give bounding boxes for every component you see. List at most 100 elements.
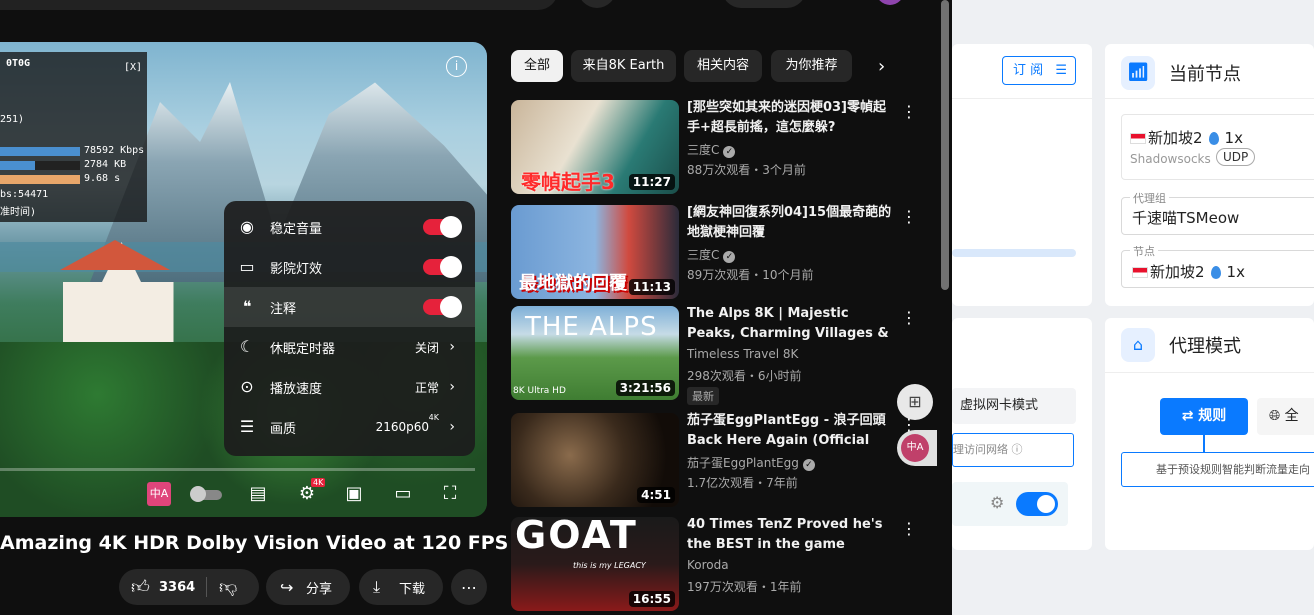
list-item[interactable]: THE ALPS 8K Ultra HD 3:21:56 The Alps 8K… (511, 304, 931, 405)
video-thumbnail[interactable]: THE ALPS 8K Ultra HD 3:21:56 (511, 306, 679, 400)
verified-icon: ✓ (723, 251, 736, 263)
fullscreen-icon[interactable]: ⛶ (438, 482, 462, 506)
list-item[interactable]: 零幀起手3 11:27 [那些突如其来的迷因梗03]零幀起手+超長前搖，這怎麼躲… (511, 100, 931, 196)
channel-name[interactable]: Timeless Travel 8K (687, 347, 798, 361)
like-icon[interactable]: 👍︎ (131, 576, 150, 598)
channel-name[interactable]: 三度C ✓ (687, 141, 736, 158)
chevron-right-icon[interactable]: › (878, 56, 885, 77)
avatar[interactable] (876, 0, 904, 5)
share-button[interactable]: ↪ 分享 (266, 569, 350, 605)
more-vert-icon[interactable]: ⋮ (901, 519, 917, 538)
video-title[interactable]: The Alps 8K | Majestic Peaks, Charming V… (687, 304, 897, 344)
network-activity: 2784 KB (84, 159, 127, 170)
progress-bar[interactable] (0, 468, 475, 471)
list-item[interactable]: 4:51 茄子蛋EggPlantEgg - 浪子回頭 Back Here Aga… (511, 413, 931, 509)
sidebar-apps-icon[interactable]: ⊞ (897, 384, 933, 420)
stats-line-bs: bs:54471 (0, 189, 49, 200)
miniplayer-icon[interactable]: ▣ (342, 482, 366, 506)
rule-mode-button[interactable]: ⇄ 规则 (1160, 398, 1248, 435)
video-title: Amazing 4K HDR Dolby Vision Video at 120… (0, 532, 509, 554)
annotations-toggle[interactable] (423, 296, 462, 318)
more-vert-icon[interactable]: ⋮ (901, 207, 917, 226)
connection-speed-bar (0, 147, 80, 156)
chip-all[interactable]: 全部 (511, 50, 563, 82)
menu-item-playback-speed[interactable]: ⊙ 播放速度 正常 › (224, 367, 475, 407)
video-meta: 88万次观看・3个月前 (687, 163, 806, 177)
translate-subtitle-icon[interactable]: 中A (147, 482, 171, 506)
menu-item-sleep-timer[interactable]: ☾ 休眠定时器 关闭 › (224, 327, 475, 367)
singapore-flag-icon (1130, 133, 1146, 144)
proxy-mode-title: 代理模式 (1169, 336, 1241, 357)
tun-mode-label[interactable]: 虚拟网卡模式 (952, 388, 1076, 424)
video-thumbnail[interactable]: 4:51 (511, 413, 679, 507)
chip-recommended[interactable]: 为你推荐 (771, 50, 852, 82)
menu-item-stable-volume[interactable]: ◉ 稳定音量 (224, 207, 475, 247)
more-actions-button[interactable]: ⋯ (451, 569, 487, 605)
current-node-card: 📶︎ 当前节点 新加坡2 1x Shadowsocks UDP 代理组 千速喵TS… (1105, 44, 1314, 306)
search-bar[interactable] (0, 0, 558, 10)
channel-name[interactable]: 三度C ✓ (687, 246, 736, 263)
menu-item-quality[interactable]: ☰ 画质 2160p60 4K › (224, 407, 475, 447)
chevron-right-icon: › (449, 419, 455, 435)
autoplay-toggle[interactable] (190, 482, 224, 506)
globe-icon: 🌐︎ (1269, 408, 1281, 424)
stats-line: 251) (0, 114, 25, 125)
more-vert-icon[interactable]: ⋮ (901, 308, 917, 327)
proxy-client-pane: 订 阅 ☰ 📶︎ 当前节点 新加坡2 1x Shadowsocks UDP 代理组 … (952, 0, 1314, 615)
tun-card: 虚拟网卡模式 理访问网络 ⓘ ⚙ (952, 318, 1092, 550)
ambient-mode-toggle[interactable] (423, 256, 462, 278)
channel-name[interactable]: Koroda (687, 558, 729, 572)
video-title[interactable]: 40 Times TenZ Proved he's the BEST in th… (687, 515, 897, 555)
buffer-health-bar (0, 161, 35, 170)
create-button[interactable] (722, 0, 806, 8)
connection-speed: 78592 Kbps (84, 145, 145, 156)
chevron-right-icon: › (449, 339, 455, 355)
info-icon[interactable]: i (446, 56, 467, 77)
proxy-group-select[interactable]: 代理组 千速喵TSMeow (1121, 190, 1314, 235)
subtitles-icon[interactable]: ▤ (246, 482, 270, 506)
video-thumbnail[interactable]: 零幀起手3 11:27 (511, 100, 679, 194)
chip-from-channel[interactable]: 来自8K Earth (571, 50, 676, 82)
stable-volume-toggle[interactable] (423, 216, 462, 238)
like-count[interactable]: 3364 (159, 580, 195, 595)
download-button[interactable]: ⤓ 下载 (359, 569, 443, 605)
list-item[interactable]: 最地獄的回覆 11:13 [網友神回復系列04]15個最奇葩的地獄梗神回覆 三度… (511, 205, 931, 301)
node-name: 新加坡2 1x (1130, 127, 1243, 148)
video-thumbnail[interactable]: 最地獄的回覆 11:13 (511, 205, 679, 299)
udp-badge: UDP (1216, 148, 1256, 166)
theater-mode-icon[interactable]: ▭ (391, 482, 415, 506)
video-title[interactable]: [那些突如其来的迷因梗03]零幀起手+超長前搖，這怎麼躲? (687, 98, 897, 138)
scrollbar[interactable] (941, 0, 949, 290)
video-meta: 197万次观看・1年前 (687, 580, 802, 594)
subscribe-button[interactable]: 订 阅 ☰ (1002, 56, 1076, 85)
video-meta: 298次观看・6小时前 (687, 369, 802, 383)
stats-line-time: 准时间) (0, 207, 37, 218)
subscription-card: 订 阅 ☰ (952, 44, 1092, 306)
gear-icon[interactable]: ⚙ (990, 493, 1004, 512)
video-title[interactable]: [網友神回復系列04]15個最奇葩的地獄梗神回覆 (687, 203, 897, 243)
channel-name[interactable]: 茄子蛋EggPlantEgg ✓ (687, 454, 815, 471)
global-mode-button[interactable]: 🌐︎ 全 (1257, 398, 1314, 435)
verified-icon: ✓ (723, 146, 736, 158)
tun-toggle[interactable] (1016, 492, 1058, 516)
video-title[interactable]: 茄子蛋EggPlantEgg - 浪子回頭 Back Here Again (O… (687, 411, 897, 451)
more-vert-icon[interactable]: ⋮ (901, 102, 917, 121)
translate-float[interactable]: 中A (897, 430, 937, 466)
node-info-box[interactable]: 新加坡2 1x Shadowsocks UDP (1121, 114, 1314, 180)
chip-related[interactable]: 相关内容 (684, 50, 762, 82)
tun-toggle-row: ⚙ (952, 482, 1068, 526)
traffic-progress (952, 249, 1076, 257)
menu-item-ambient-mode[interactable]: ▭ 影院灯效 (224, 247, 475, 287)
wifi-icon: 📶︎ (1121, 56, 1155, 90)
protocol-label: Shadowsocks (1130, 152, 1211, 166)
chevron-right-icon: › (449, 379, 455, 395)
video-thumbnail[interactable]: GOAT this is my LEGACY 16:55 (511, 517, 679, 611)
voice-search-button[interactable] (578, 0, 616, 8)
menu-item-annotations[interactable]: ❝ 注释 (224, 287, 475, 327)
buffer-health: 9.68 s (84, 173, 121, 184)
stats-close-button[interactable]: [X] (124, 62, 142, 73)
node-select[interactable]: 节点 新加坡2 1x (1121, 243, 1314, 288)
settings-menu: ◉ 稳定音量 ▭ 影院灯效 ❝ 注释 ☾ 休眠定时器 关闭 › ⊙ 播放速度 正… (224, 201, 475, 456)
list-item[interactable]: GOAT this is my LEGACY 16:55 40 Times Te… (511, 517, 931, 613)
dislike-icon[interactable]: 👎︎ (219, 576, 237, 598)
